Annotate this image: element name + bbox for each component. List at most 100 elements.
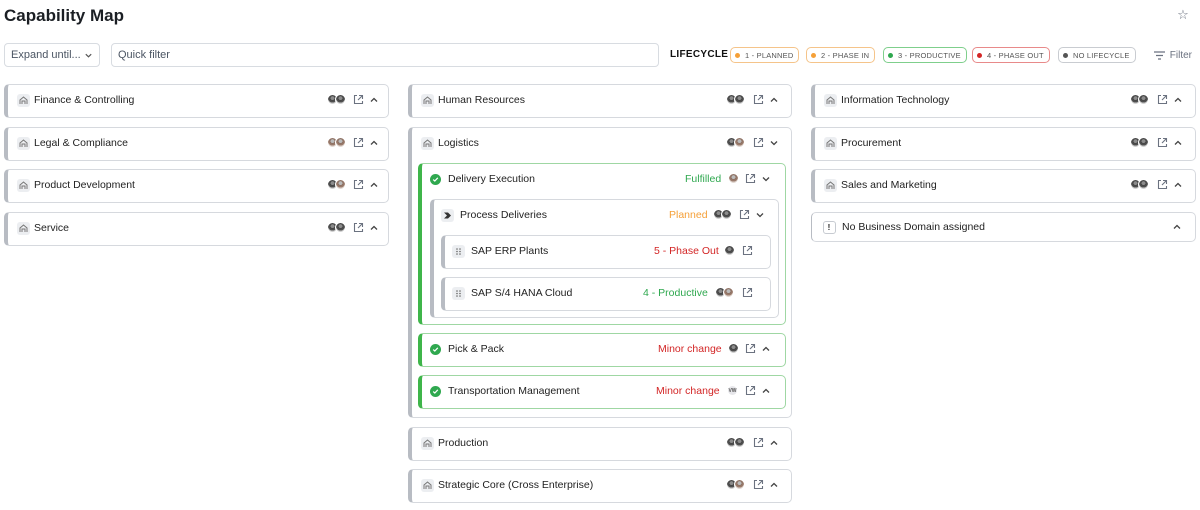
owner-avatars <box>726 479 745 490</box>
application-card-sap-erp-plants[interactable]: SAP ERP Plants 5 - Phase Out <box>441 235 771 269</box>
open-external-icon[interactable] <box>753 437 764 448</box>
avatar-initials: VW <box>727 385 738 396</box>
open-external-icon[interactable] <box>753 94 764 105</box>
chevron-up-icon[interactable] <box>761 386 771 396</box>
open-external-icon[interactable] <box>1157 94 1168 105</box>
open-external-icon[interactable] <box>739 209 750 220</box>
owner-avatars <box>1130 137 1149 148</box>
chevron-up-icon[interactable] <box>769 438 779 448</box>
domain-card-strategic-core[interactable]: Strategic Core (Cross Enterprise) <box>408 469 792 503</box>
capability-card-pick-pack[interactable]: Pick & Pack Minor change <box>418 333 786 367</box>
capability-label: Pick & Pack <box>448 343 505 355</box>
application-label: SAP S/4 HANA Cloud <box>471 287 573 299</box>
process-status: Planned <box>669 209 708 221</box>
favorite-star-icon[interactable]: ☆ <box>1174 6 1192 24</box>
open-external-icon[interactable] <box>742 245 753 256</box>
chevron-up-icon[interactable] <box>1173 180 1183 190</box>
chevron-up-icon[interactable] <box>1173 95 1183 105</box>
chevron-down-icon[interactable] <box>761 174 771 184</box>
open-external-icon[interactable] <box>742 287 753 298</box>
chevron-down-icon[interactable] <box>755 210 765 220</box>
open-external-icon[interactable] <box>353 179 364 190</box>
domain-card-finance[interactable]: Finance & Controlling <box>4 84 389 118</box>
domain-label: Product Development <box>34 179 135 191</box>
owner-avatars <box>728 343 739 354</box>
domain-icon <box>16 178 30 192</box>
avatar <box>335 137 346 148</box>
process-card-process-deliveries[interactable]: Process Deliveries Planned SAP ERP Plant… <box>430 199 779 318</box>
avatar <box>1138 179 1149 190</box>
open-external-icon[interactable] <box>1157 179 1168 190</box>
process-label: Process Deliveries <box>460 209 547 221</box>
lifecycle-chip-no-lifecycle[interactable]: NO LIFECYCLE <box>1058 47 1136 63</box>
domain-card-procurement[interactable]: Procurement <box>811 127 1196 161</box>
chevron-up-icon[interactable] <box>369 223 379 233</box>
owner-avatars <box>1130 94 1149 105</box>
domain-card-human-resources[interactable]: Human Resources <box>408 84 792 118</box>
chevron-up-icon[interactable] <box>369 95 379 105</box>
open-external-icon[interactable] <box>353 222 364 233</box>
chevron-up-icon[interactable] <box>761 344 771 354</box>
open-external-icon[interactable] <box>353 137 364 148</box>
domain-label: Procurement <box>841 137 902 149</box>
application-card-sap-s4-hana-cloud[interactable]: SAP S/4 HANA Cloud 4 - Productive <box>441 277 771 311</box>
domain-card-legal[interactable]: Legal & Compliance <box>4 127 389 161</box>
domain-label: Finance & Controlling <box>34 94 135 106</box>
domain-card-production[interactable]: Production <box>408 427 792 461</box>
domain-card-service[interactable]: Service <box>4 212 389 246</box>
avatar <box>335 222 346 233</box>
chip-label: 4 - PHASE OUT <box>987 50 1044 60</box>
chevron-up-icon[interactable] <box>769 480 779 490</box>
warning-icon: ! <box>822 220 836 234</box>
expand-until-select[interactable]: Expand until... <box>4 43 100 67</box>
open-external-icon[interactable] <box>1157 137 1168 148</box>
domain-icon <box>16 93 30 107</box>
domain-label: Logistics <box>438 137 479 149</box>
domain-card-logistics[interactable]: Logistics Delivery Execution Fulfilled P… <box>408 127 792 418</box>
avatar <box>728 173 739 184</box>
owner-avatars <box>715 287 734 298</box>
domain-label: Legal & Compliance <box>34 137 128 149</box>
lifecycle-label: LIFECYCLE <box>670 49 729 60</box>
open-external-icon[interactable] <box>745 173 756 184</box>
open-external-icon[interactable] <box>753 479 764 490</box>
dot-icon <box>888 52 893 58</box>
filter-button[interactable]: Filter <box>1153 47 1192 63</box>
owner-avatars <box>724 245 735 256</box>
domain-card-sales-marketing[interactable]: Sales and Marketing <box>811 169 1196 203</box>
owner-avatars <box>726 437 745 448</box>
avatar <box>721 209 732 220</box>
chevron-up-icon[interactable] <box>1173 138 1183 148</box>
chevron-up-icon[interactable] <box>369 180 379 190</box>
filter-label: Filter <box>1169 49 1192 61</box>
open-external-icon[interactable] <box>753 137 764 148</box>
capability-card-delivery-execution[interactable]: Delivery Execution Fulfilled Process Del… <box>418 163 786 325</box>
open-external-icon[interactable] <box>745 343 756 354</box>
expand-until-label: Expand until... <box>11 49 81 61</box>
chevron-down-icon[interactable] <box>769 138 779 148</box>
avatar <box>335 179 346 190</box>
filter-icon <box>1153 50 1165 60</box>
lifecycle-chip-productive[interactable]: 3 - PRODUCTIVE <box>883 47 967 63</box>
domain-card-product-development[interactable]: Product Development <box>4 169 389 203</box>
domain-icon <box>823 136 837 150</box>
capability-label: Transportation Management <box>448 385 580 397</box>
open-external-icon[interactable] <box>353 94 364 105</box>
chevron-up-icon[interactable] <box>369 138 379 148</box>
domain-icon <box>16 221 30 235</box>
chevron-up-icon[interactable] <box>769 95 779 105</box>
lifecycle-chip-phase-in[interactable]: 2 - PHASE IN <box>806 47 876 63</box>
domain-label: Service <box>34 222 70 234</box>
lifecycle-chip-phase-out[interactable]: 4 - PHASE OUT <box>972 47 1050 63</box>
toolbar: Expand until... LIFECYCLE 1 - PLANNED 2 … <box>0 43 1200 67</box>
lifecycle-chip-planned[interactable]: 1 - PLANNED <box>730 47 800 63</box>
capability-card-transportation-management[interactable]: Transportation Management Minor change V… <box>418 375 786 409</box>
domain-card-no-business-domain[interactable]: ! No Business Domain assigned <box>811 212 1196 242</box>
open-external-icon[interactable] <box>745 385 756 396</box>
domain-card-information-technology[interactable]: Information Technology <box>811 84 1196 118</box>
quick-filter-input[interactable] <box>111 43 659 67</box>
page-title: Capability Map <box>4 6 124 25</box>
avatar <box>723 287 734 298</box>
chevron-down-icon <box>85 53 92 58</box>
chevron-up-icon[interactable] <box>1172 222 1182 232</box>
